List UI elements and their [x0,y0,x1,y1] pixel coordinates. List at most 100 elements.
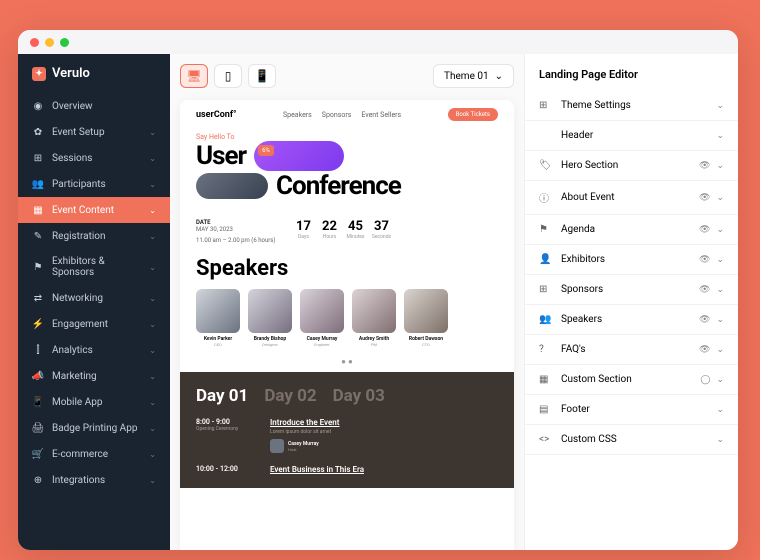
agenda-day-tab[interactable]: Day 02 [264,386,316,406]
sidebar-item-networking[interactable]: ⇄Networking⌄ [18,285,170,311]
eye-icon[interactable]: 👁 [699,345,710,355]
chevron-down-icon: ⌄ [149,476,156,485]
speakers-title: Speakers [180,252,514,285]
maximize-dot[interactable] [60,38,69,47]
chevron-down-icon: ⌄ [149,206,156,215]
section-label: Footer [561,404,708,415]
canvas-brand: userConf° [196,110,237,120]
chevron-down-icon: ⌄ [149,263,156,272]
sidebar-item-engagement[interactable]: ⚡Engagement⌄ [18,311,170,337]
hero-image-1: 6% [254,141,344,171]
section-label: Custom Section [561,374,692,385]
chevron-down-icon: ⌄ [716,285,724,295]
close-dot[interactable] [30,38,39,47]
nav-icon: 📱 [32,396,44,408]
sidebar-item-integrations[interactable]: ⊕ Integrations ⌄ [18,467,170,493]
canvas-nav-link[interactable]: Event Sellers [361,111,401,119]
editor-section-header[interactable]: Header⌄ [525,121,738,151]
device-tablet-button[interactable]: ▯ [214,64,242,88]
sidebar-item-e-commerce[interactable]: 🛒E-commerce⌄ [18,441,170,467]
section-label: About Event [561,192,691,203]
editor-section-exhibitors[interactable]: 👤Exhibitors👁⌄ [525,245,738,275]
eye-icon[interactable]: 👁 [699,315,710,325]
nav-label: Event Content [52,205,141,216]
sidebar: ✦ Verulo ◉Overview✿Event Setup⌄⊞Sessions… [18,54,170,550]
sidebar-item-event-content[interactable]: ▦Event Content⌄ [18,197,170,223]
editor-section-hero-section[interactable]: 🏷Hero Section👁⌄ [525,151,738,181]
nav-icon: ⚑ [32,261,44,273]
sidebar-item-participants[interactable]: 👥Participants⌄ [18,171,170,197]
speaker-card[interactable]: Casey MurrayEngineer [300,289,344,347]
speaker-card[interactable]: Brandy BishopDesigner [248,289,292,347]
countdown-cell: 17Days [291,219,315,240]
sidebar-item-registration[interactable]: ✎Registration⌄ [18,223,170,249]
eye-icon[interactable]: 👁 [699,225,710,235]
right-panel: Landing Page Editor ⊞Theme Settings⌄Head… [524,54,738,550]
sidebar-item-event-setup[interactable]: ✿Event Setup⌄ [18,119,170,145]
device-mobile-button[interactable]: 📱 [248,64,276,88]
chevron-down-icon: ⌄ [716,405,724,415]
sidebar-item-mobile-app[interactable]: 📱Mobile App⌄ [18,389,170,415]
editor-section-faq-s[interactable]: ?FAQ's👁⌄ [525,335,738,365]
chevron-down-icon: ⌄ [716,193,724,203]
nav-icon: ✎ [32,230,44,242]
sidebar-item-sessions[interactable]: ⊞Sessions⌄ [18,145,170,171]
editor-section-about-event[interactable]: ⓘAbout Event👁⌄ [525,181,738,215]
eye-icon[interactable]: 👁 [699,161,710,171]
nav-label: Marketing [52,371,141,382]
canvas-nav-link[interactable]: Sponsors [322,111,352,119]
eye-icon[interactable]: 👁 [699,285,710,295]
section-label: Sponsors [561,284,691,295]
section-label: FAQ's [561,344,691,355]
hero-title-1: User [196,141,246,171]
theme-selector[interactable]: Theme 01 ⌄ [433,64,514,88]
nav-label: Badge Printing App [52,423,141,434]
section-label: Hero Section [561,160,691,171]
chevron-down-icon: ⌄ [716,345,724,355]
canvas-cta[interactable]: Book Tickets [448,108,498,121]
eye-off-icon[interactable]: ◯ [700,375,710,385]
nav-icon: 🖨 [32,422,44,434]
chevron-down-icon: ⌄ [149,294,156,303]
editor-section-agenda[interactable]: ⚑Agenda👁⌄ [525,215,738,245]
editor-section-theme-settings[interactable]: ⊞Theme Settings⌄ [525,91,738,121]
chevron-down-icon: ⌄ [149,450,156,459]
speaker-card[interactable]: Kevin ParkerCEO [196,289,240,347]
nav-icon: ⫿ [32,344,44,356]
nav-icon: ⊕ [32,474,44,486]
countdown-cell: 22Hours [317,219,341,240]
right-panel-title: Landing Page Editor [525,54,738,91]
nav-label: Networking [52,293,141,304]
editor-section-footer[interactable]: ▤Footer⌄ [525,395,738,425]
sidebar-item-analytics[interactable]: ⫿Analytics⌄ [18,337,170,363]
section-label: Custom CSS [561,434,708,445]
chevron-down-icon: ⌄ [149,128,156,137]
device-desktop-button[interactable]: 🖥 [180,64,208,88]
eye-icon[interactable]: 👁 [699,193,710,203]
nav-label: Mobile App [52,397,141,408]
section-icon: ⊞ [539,100,553,111]
canvas-nav-link[interactable]: Speakers [283,111,312,119]
sidebar-item-marketing[interactable]: 📣Marketing⌄ [18,363,170,389]
sidebar-item-badge-printing-app[interactable]: 🖨Badge Printing App⌄ [18,415,170,441]
nav-label: Event Setup [52,127,141,138]
sidebar-item-overview[interactable]: ◉Overview [18,93,170,119]
agenda-day-tab[interactable]: Day 03 [333,386,385,406]
toolbar: 🖥 ▯ 📱 Theme 01 ⌄ [180,64,514,88]
speaker-card[interactable]: Robert DawsonCTO [404,289,448,347]
speaker-card[interactable]: Audrey SmithPM [352,289,396,347]
brand[interactable]: ✦ Verulo [18,54,170,93]
eye-icon[interactable]: 👁 [699,255,710,265]
editor-section-sponsors[interactable]: ⊞Sponsors👁⌄ [525,275,738,305]
agenda-day-tab[interactable]: Day 01 [196,386,248,406]
carousel-dots[interactable]: ● ● [180,351,514,372]
editor-section-custom-section[interactable]: ▦Custom Section◯⌄ [525,365,738,395]
nav-label: Integrations [52,475,141,486]
sidebar-item-exhibitors-sponsors[interactable]: ⚑Exhibitors & Sponsors⌄ [18,249,170,285]
minimize-dot[interactable] [45,38,54,47]
editor-section-custom-css[interactable]: <>Custom CSS⌄ [525,425,738,455]
chevron-down-icon: ⌄ [716,255,724,265]
chevron-down-icon: ⌄ [149,154,156,163]
brand-icon: ✦ [32,67,46,81]
editor-section-speakers[interactable]: 👥Speakers👁⌄ [525,305,738,335]
